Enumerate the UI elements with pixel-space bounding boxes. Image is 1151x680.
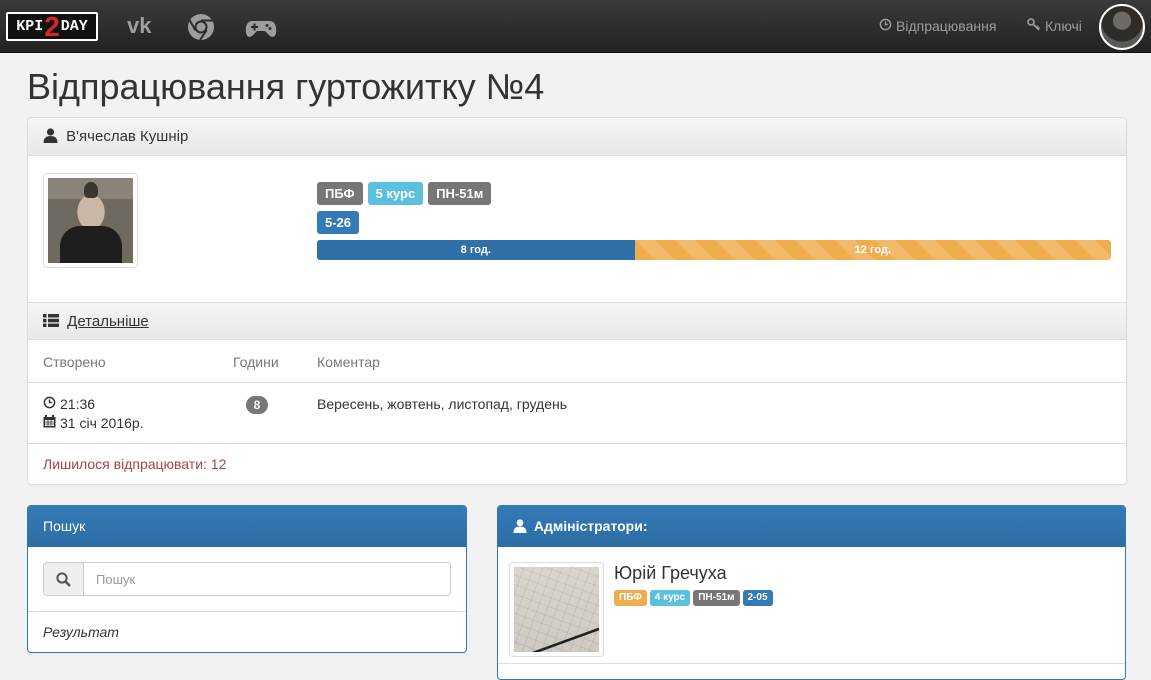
search-divider xyxy=(28,611,466,612)
nav-link-label: Ключі xyxy=(1045,18,1082,34)
chrome-icon[interactable] xyxy=(186,12,216,45)
clock-icon xyxy=(879,0,892,53)
profile-panel: В'ячеслав Кушнір ПБФ 5 курс ПН-51м 5-26 … xyxy=(27,117,1127,485)
profile-labels: ПБФ 5 курс ПН-51м xyxy=(317,182,492,205)
hours-badge-wrap: 8 xyxy=(246,396,268,414)
profile-photo-image xyxy=(48,178,133,263)
details-heading[interactable]: Детальніше xyxy=(28,302,1126,340)
search-group xyxy=(43,562,451,596)
profile-heading: В'ячеслав Кушнір xyxy=(28,118,1126,156)
admin-label-group: ПН-51м xyxy=(693,590,740,606)
table-divider xyxy=(28,382,1126,383)
profile-name: В'ячеслав Кушнір xyxy=(66,128,189,145)
progress-remaining: 12 год. xyxy=(634,240,1111,260)
hours-progress: 8 год. 12 год. xyxy=(317,240,1111,260)
progress-done: 8 год. xyxy=(317,240,635,260)
admins-panel: Адміністратори: Юрій Гречуха ПБФ 4 курс … xyxy=(497,505,1126,680)
search-input[interactable] xyxy=(84,563,450,595)
table-divider xyxy=(28,443,1126,444)
row-date: 31 січ 2016р. xyxy=(60,415,144,431)
gamepad-icon[interactable] xyxy=(245,19,277,42)
admins-title: Адміністратори: xyxy=(533,518,648,534)
admin-photo[interactable] xyxy=(509,562,604,657)
admin-labels: ПБФ 4 курс ПН-51м 2-05 xyxy=(614,590,773,606)
label-room: 5-26 xyxy=(317,211,360,234)
vk-icon[interactable]: vk xyxy=(126,13,158,40)
nav-link-label: Відпрацювання xyxy=(896,18,997,34)
brand-two: 2 xyxy=(44,10,60,42)
brand-kpi: KPI xyxy=(16,18,44,35)
search-result-label: Результат xyxy=(43,624,119,640)
navbar: KPI 2 DAY vk Відпрацювання Ключі xyxy=(0,0,1151,53)
col-created: Створено xyxy=(43,354,106,370)
details-link[interactable]: Детальніше xyxy=(67,313,149,330)
profile-photo xyxy=(43,173,138,268)
search-icon[interactable] xyxy=(44,563,84,595)
user-icon xyxy=(513,508,527,549)
user-icon xyxy=(43,120,58,158)
calendar-icon xyxy=(43,415,56,431)
admin-label-course: 4 курс xyxy=(649,590,691,606)
brand-day: DAY xyxy=(60,18,88,35)
label-course: 5 курс xyxy=(367,182,424,205)
page-title: Відпрацювання гуртожитку №4 xyxy=(27,66,545,107)
nav-link-keys[interactable]: Ключі xyxy=(1027,0,1082,53)
admin-label-faculty: ПБФ xyxy=(614,590,647,606)
nav-link-otpratsiuvannia[interactable]: Відпрацювання xyxy=(879,0,996,53)
label-group: ПН-51м xyxy=(428,182,492,205)
brand-logo[interactable]: KPI 2 DAY xyxy=(6,12,98,41)
row-time: 21:36 xyxy=(60,396,96,412)
row-comment: Вересень, жовтень, листопад, грудень xyxy=(317,396,568,412)
col-comment: Коментар xyxy=(317,354,380,370)
list-icon xyxy=(43,304,59,342)
search-panel: Пошук Результат xyxy=(27,505,467,653)
label-faculty: ПБФ xyxy=(317,182,363,205)
user-avatar[interactable] xyxy=(1099,4,1145,50)
admins-heading: Адміністратори: xyxy=(498,506,1125,547)
table-row: 21:36 31 січ 2016р. xyxy=(43,395,144,433)
clock-icon xyxy=(43,396,56,412)
svg-text:vk: vk xyxy=(127,15,152,37)
admin-photo-image xyxy=(514,567,599,652)
hours-badge: 8 xyxy=(246,396,268,414)
admin-name[interactable]: Юрій Гречуха xyxy=(614,563,727,584)
search-heading: Пошук xyxy=(28,506,466,547)
admins-divider xyxy=(498,663,1125,664)
remaining-text: Лишилося відпрацювати: 12 xyxy=(43,456,227,472)
room-row: 5-26 xyxy=(317,211,360,234)
col-hours: Години xyxy=(233,354,279,370)
admin-label-room: 2-05 xyxy=(742,590,773,606)
key-icon xyxy=(1027,0,1041,53)
